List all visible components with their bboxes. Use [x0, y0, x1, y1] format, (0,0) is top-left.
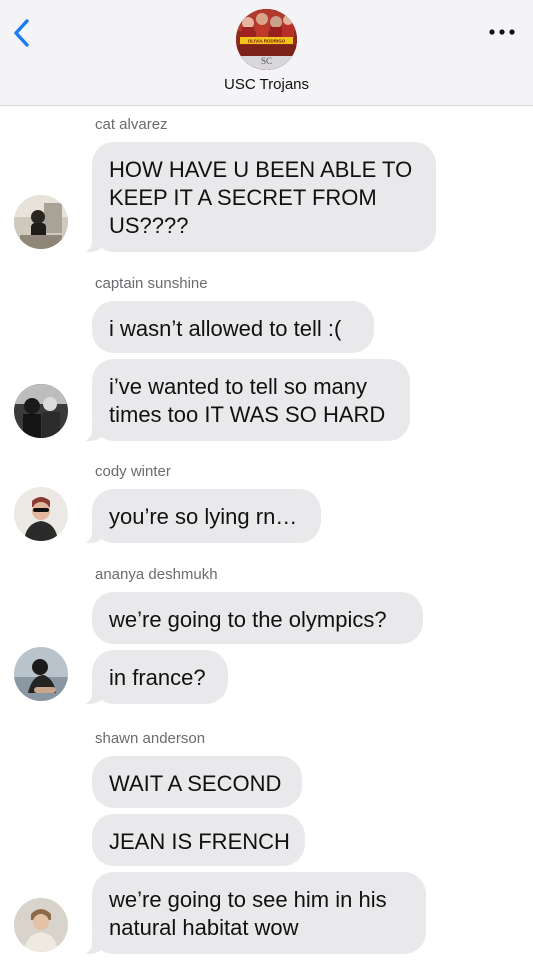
sender-name: captain sunshine: [95, 275, 208, 292]
avatar-photo: [14, 898, 68, 952]
message-line: we’re going to see him in his: [109, 887, 387, 912]
message-line: you’re so lying rn…: [109, 504, 298, 529]
group-avatar-banner-text: OLIVIA RODRIGO: [248, 39, 286, 44]
message-line: JEAN IS FRENCH: [109, 829, 290, 854]
sender-name: ananya deshmukh: [95, 566, 218, 583]
message-line: i’ve wanted to tell so many: [109, 374, 368, 399]
message-line: KEEP IT A SECRET FROM: [109, 185, 377, 210]
avatar-shawn-anderson[interactable]: [14, 898, 68, 952]
message-bubble[interactable]: i wasn’t allowed to tell :(: [92, 301, 374, 353]
avatar-cat-alvarez[interactable]: [14, 195, 68, 249]
message-line: WAIT A SECOND: [109, 771, 282, 796]
avatar-photo: [14, 647, 68, 701]
message-line: natural habitat wow: [109, 915, 299, 940]
avatar-photo: [14, 384, 68, 438]
sender-name: cat alvarez: [95, 116, 168, 133]
message-line: i wasn’t allowed to tell :(: [109, 316, 342, 341]
sender-name: cody winter: [95, 463, 171, 480]
group-name[interactable]: USC Trojans: [0, 76, 533, 93]
group-photo: OLIVIA RODRIGO SC: [236, 9, 297, 70]
avatar-cody-winter[interactable]: [14, 487, 68, 541]
message-bubble[interactable]: JEAN IS FRENCH: [92, 814, 305, 866]
chat-header: OLIVIA RODRIGO SC USC Trojans: [0, 0, 533, 106]
avatar-photo: [14, 195, 68, 249]
back-button[interactable]: [8, 16, 38, 50]
message-bubble[interactable]: in france?: [82, 650, 228, 704]
message-bubble[interactable]: WAIT A SECOND: [92, 756, 302, 808]
message-bubble[interactable]: we’re going to see him in his natural ha…: [82, 872, 426, 954]
message-line: HOW HAVE U BEEN ABLE TO: [109, 157, 413, 182]
message-bubble[interactable]: HOW HAVE U BEEN ABLE TO KEEP IT A SECRET…: [82, 142, 436, 252]
message-line: times too IT WAS SO HARD: [109, 402, 386, 427]
message-bubble[interactable]: you’re so lying rn…: [82, 489, 321, 543]
message-line: in france?: [109, 665, 206, 690]
sender-name: shawn anderson: [95, 730, 206, 747]
group-avatar-sign-text: SC: [261, 56, 272, 66]
chevron-left-icon: [14, 19, 29, 47]
message-line: we’re going to the olympics?: [109, 607, 387, 632]
avatar-captain-sunshine[interactable]: [14, 384, 68, 438]
message-bubble[interactable]: we’re going to the olympics?: [92, 592, 423, 644]
ellipsis-icon: [489, 29, 515, 35]
group-avatar[interactable]: OLIVIA RODRIGO SC: [236, 9, 297, 70]
avatar-ananya-deshmukh[interactable]: [14, 647, 68, 701]
message-bubble[interactable]: i’ve wanted to tell so many times too IT…: [82, 359, 410, 441]
message-line: US????: [109, 213, 189, 238]
avatar-photo: [14, 487, 68, 541]
more-options-button[interactable]: [487, 24, 517, 40]
